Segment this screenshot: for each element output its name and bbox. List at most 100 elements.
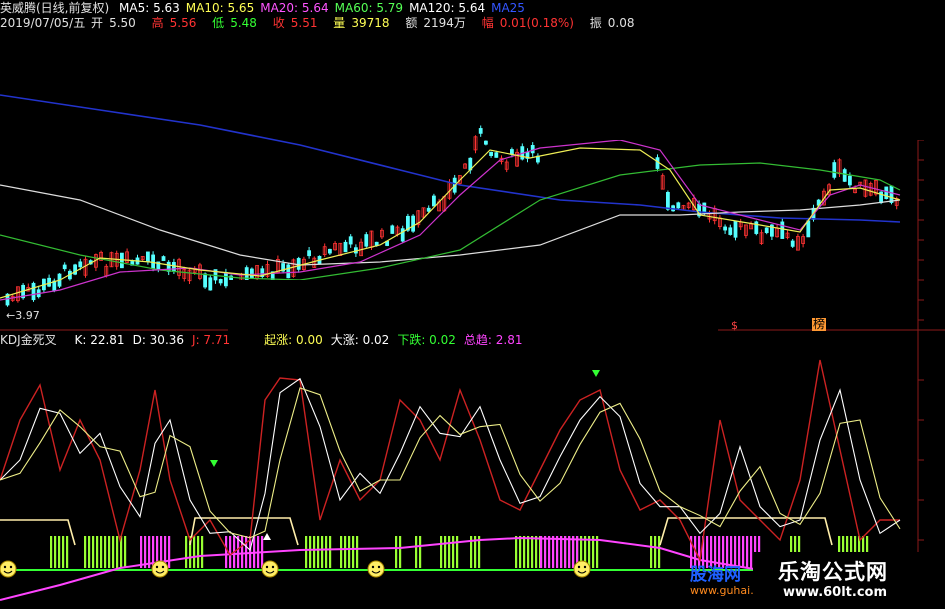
kdj-signal-bar: [544, 536, 547, 568]
candlestick: [31, 282, 36, 301]
candlestick: [426, 207, 431, 212]
candlestick: [733, 220, 738, 238]
smiley-eye: [377, 565, 381, 569]
candlestick: [171, 262, 176, 272]
kdj-signal-bar: [515, 536, 518, 568]
candlestick: [666, 191, 670, 210]
candlestick: [62, 264, 67, 270]
kdj-signal-bar: [124, 536, 127, 568]
kdj-signal-bar: [535, 536, 538, 568]
kdj-signal-bar: [399, 536, 402, 568]
candlestick: [203, 273, 208, 288]
kdj-signal-bar: [96, 536, 99, 568]
candlestick: [790, 240, 795, 247]
buy-arrow-marker: [263, 533, 271, 540]
kdj-signal-bar: [58, 536, 61, 568]
volume-label: 量: [333, 16, 346, 30]
ma-legend-item: MA10: 5.65: [185, 1, 255, 15]
candlestick: [151, 254, 156, 269]
candlestick: [78, 261, 83, 268]
candlestick: [884, 186, 889, 200]
kdj-signal-bar: [356, 536, 359, 568]
smiley-eye: [3, 565, 7, 569]
open-value: 5.50: [109, 16, 136, 30]
kdj-signal-bar: [321, 536, 324, 568]
kdj-signal-bar: [564, 536, 567, 568]
candlestick: [343, 241, 348, 253]
kdj-value-item: K: 22.81: [74, 333, 125, 347]
kdj-signal-bar: [100, 536, 103, 568]
high-label: 高: [151, 16, 164, 30]
kdj-values: K: 22.81 D: 30.36 J: 7.71 起涨: 0.00 大涨: 0.02 下…: [74, 333, 530, 347]
kdj-signal-bar: [185, 536, 188, 568]
kdj-signal-bar: [197, 536, 200, 568]
kdj-signal-bar: [62, 536, 65, 568]
kdj-signal-bar: [344, 536, 347, 568]
kdj-signal-bar: [658, 536, 661, 568]
kdj-signal-bar: [237, 536, 240, 568]
kdj-signal-bar: [340, 536, 343, 568]
kdj-signal-bar: [92, 536, 95, 568]
candlestick: [47, 277, 51, 287]
candlestick: [780, 221, 785, 239]
kdj-value-item: 下跌: 0.02: [397, 333, 456, 347]
kdj-signal-bar: [552, 536, 555, 568]
amplitude-label: 振: [589, 16, 602, 30]
ma10-line: [0, 147, 901, 299]
kdj-value-item: 起涨: 0.00: [264, 333, 323, 347]
candlestick: [249, 268, 254, 279]
amplitude-value: 0.08: [607, 16, 635, 30]
kdj-value-item: J: 7.71: [192, 333, 231, 347]
kdj-signal-bar: [116, 536, 119, 568]
candlestick: [364, 234, 369, 247]
low-value: 5.48: [230, 16, 257, 30]
ma-legend-item: MA20: 5.64: [260, 1, 329, 15]
kdj-signal-bar: [348, 536, 351, 568]
ma-legend-item: MA60: 5.79: [334, 1, 404, 15]
candlestick: [848, 175, 852, 186]
candlestick: [702, 202, 707, 214]
change-label: 幅: [481, 16, 494, 30]
candlestick: [431, 195, 436, 207]
kdj-value-item: D: 30.36: [132, 333, 185, 347]
kdj-value-item: 大涨: 0.02: [330, 333, 390, 347]
close-value: 5.51: [290, 16, 318, 30]
candlestick: [494, 152, 499, 158]
candlestick: [483, 140, 488, 145]
ma-legend-item: MA5: 5.63: [119, 1, 180, 15]
watermark-title: 乐淘公式网: [778, 560, 888, 584]
kdj-signal-bar: [352, 536, 355, 568]
ma-legend: MA5: 5.63 MA10: 5.65 MA20: 5.64 MA60: 5.79 M…: [119, 1, 531, 15]
kdj-signal-bar: [193, 536, 196, 568]
smiley-eye: [161, 565, 165, 569]
kdj-signal-bar: [309, 536, 312, 568]
candlestick: [764, 227, 769, 234]
kdj-signal-bar: [305, 536, 308, 568]
kdj-signal-bar: [54, 536, 57, 568]
candlestick: [723, 226, 727, 231]
kdj-signal-bar: [452, 536, 455, 568]
kdj-lines: [0, 359, 901, 563]
smiley-eye: [271, 565, 275, 569]
smiley-marker: [0, 560, 17, 578]
kdj-j-line: [0, 359, 900, 563]
kdj-d-line: [0, 387, 901, 539]
candlestick: [889, 185, 894, 203]
kdj-signal-bar: [395, 536, 398, 568]
smiley-eye: [155, 565, 159, 569]
kdj-signal-bar: [66, 536, 69, 568]
candlestick: [411, 215, 416, 232]
kdj-signal-bar: [419, 536, 422, 568]
quote-line: 2019/07/05/五 开 5.50 高 5.56 低 5.48 收 5.51 量 39…: [0, 15, 647, 31]
candlestick: [145, 251, 150, 263]
kdj-signal-bar: [245, 536, 248, 568]
sell-arrow-marker: [210, 460, 218, 467]
stock-title: 英威腾(日线,前复权): [0, 1, 110, 15]
occluded-regions: [228, 0, 945, 332]
smiley-eye: [265, 565, 269, 569]
kdj-signal-bar: [746, 536, 749, 568]
change-value: 0.01(0.18%): [499, 16, 574, 30]
kdj-signal-bar: [140, 536, 143, 568]
open-label: 开: [91, 16, 104, 30]
kdj-value-item: 总趋: 2.81: [463, 333, 523, 347]
